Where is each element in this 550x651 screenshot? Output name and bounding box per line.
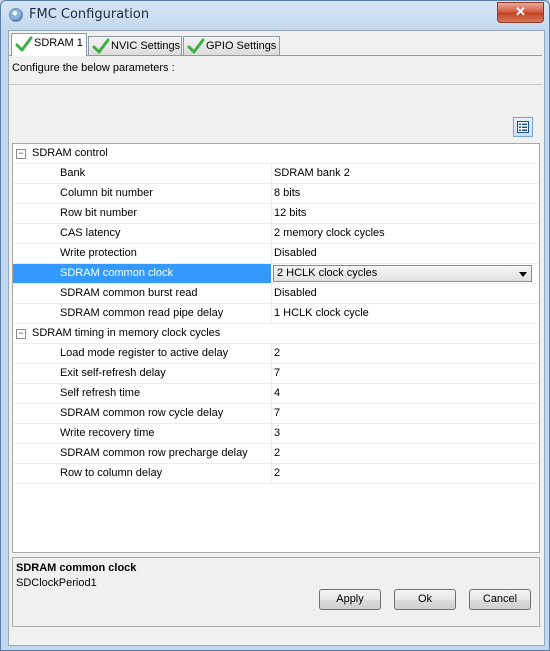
group-sdram-control[interactable]: − SDRAM control [13,144,539,164]
param-name: SDRAM common row precharge delay [60,447,248,459]
param-name: CAS latency [60,227,121,239]
param-value[interactable]: 7 [274,407,280,419]
sdram-1-panel: Configure the below parameters : − SDRAM… [9,55,542,645]
collapse-icon[interactable]: − [16,329,26,339]
window-title: FMC Configuration [29,7,150,22]
tab-sdram-1[interactable]: SDRAM 1 [11,33,87,56]
tab-nvic-settings[interactable]: NVIC Settings [88,36,182,55]
param-name: Load mode register to active delay [60,347,229,359]
ok-button[interactable]: Ok [394,589,456,610]
param-row-row-to-column-delay[interactable]: Row to column delay 2 [13,464,539,484]
close-icon: ✕ [515,4,526,19]
param-name: SDRAM common burst read [60,287,198,299]
param-value[interactable]: 4 [274,387,280,399]
param-value[interactable]: 1 HCLK clock cycle [274,307,369,319]
tab-gpio-settings[interactable]: GPIO Settings [183,36,280,55]
tab-label: NVIC Settings [111,40,181,52]
param-row-cas-latency[interactable]: CAS latency 2 memory clock cycles [13,224,539,244]
param-value[interactable]: 2 [274,347,280,359]
chevron-down-icon[interactable] [519,272,527,277]
param-row-exit-self-refresh-delay[interactable]: Exit self-refresh delay 7 [13,364,539,384]
app-icon [9,8,23,22]
param-name: SDRAM common read pipe delay [60,307,224,319]
param-value[interactable]: 7 [274,367,280,379]
collapse-icon[interactable]: − [16,149,26,159]
dialog-client-area: SDRAM 1 NVIC Settings GPIO Settings Conf… [8,30,545,646]
param-value[interactable]: 2 memory clock cycles [274,227,385,239]
cancel-button[interactable]: Cancel [469,589,531,610]
param-name: Row to column delay [60,467,163,479]
param-name: Write protection [60,247,137,259]
check-icon [187,38,205,54]
param-value[interactable]: Disabled [274,247,317,259]
param-value[interactable]: 8 bits [274,187,300,199]
param-row-column-bit-number[interactable]: Column bit number 8 bits [13,184,539,204]
tab-label: GPIO Settings [206,40,277,52]
close-button[interactable]: ✕ [497,2,544,23]
description-title: SDRAM common clock [16,562,137,574]
sdram-common-clock-dropdown[interactable]: 2 HCLK clock cycles [273,265,532,282]
param-row-sdram-common-row-cycle-delay[interactable]: SDRAM common row cycle delay 7 [13,404,539,424]
param-row-bank[interactable]: Bank SDRAM bank 2 [13,164,539,184]
param-row-sdram-common-burst-read[interactable]: SDRAM common burst read Disabled [13,284,539,304]
list-icon [517,121,529,133]
param-value[interactable]: 12 bits [274,207,306,219]
param-row-row-bit-number[interactable]: Row bit number 12 bits [13,204,539,224]
param-row-sdram-common-clock[interactable]: SDRAM common clock 2 HCLK clock cycles [13,264,539,284]
param-name: Self refresh time [60,387,141,399]
param-value[interactable]: 3 [274,427,280,439]
fmc-configuration-window: FMC Configuration ✕ SDRAM 1 NVIC Setting… [0,0,550,651]
param-row-write-protection[interactable]: Write protection Disabled [13,244,539,264]
param-row-sdram-common-read-pipe-delay[interactable]: SDRAM common read pipe delay 1 HCLK cloc… [13,304,539,324]
param-name: Bank [60,167,86,179]
list-view-button[interactable] [513,117,533,137]
param-row-sdram-common-row-precharge-delay[interactable]: SDRAM common row precharge delay 2 [13,444,539,464]
check-icon [15,36,33,52]
group-sdram-timing[interactable]: − SDRAM timing in memory clock cycles [13,324,539,344]
tab-bar: SDRAM 1 NVIC Settings GPIO Settings [9,33,544,56]
param-name: Column bit number [60,187,153,199]
divider [9,84,542,85]
param-name: Row bit number [60,207,138,219]
param-value[interactable]: 2 [274,447,280,459]
tab-label: SDRAM 1 [34,37,83,49]
param-value[interactable]: Disabled [274,287,317,299]
param-name: Write recovery time [60,427,155,439]
param-row-self-refresh-time[interactable]: Self refresh time 4 [13,384,539,404]
apply-button[interactable]: Apply [319,589,381,610]
group-label: SDRAM timing in memory clock cycles [32,327,221,339]
param-value[interactable]: 2 [274,467,280,479]
param-name: Exit self-refresh delay [60,367,166,379]
param-name: SDRAM common clock [60,267,174,279]
param-row-write-recovery-time[interactable]: Write recovery time 3 [13,424,539,444]
title-bar[interactable]: FMC Configuration ✕ [1,1,549,29]
parameter-grid: − SDRAM control Bank SDRAM bank 2 Column… [12,143,540,553]
description-body: SDClockPeriod1 [16,577,97,589]
param-value[interactable]: SDRAM bank 2 [274,167,350,179]
check-icon [92,38,110,54]
param-name: SDRAM common row cycle delay [60,407,224,419]
dropdown-selected-value: 2 HCLK clock cycles [277,267,378,279]
group-label: SDRAM control [32,147,108,159]
param-row-load-mode-register-to-active-delay[interactable]: Load mode register to active delay 2 [13,344,539,364]
description-panel: SDRAM common clock SDClockPeriod1 [12,557,540,627]
instructions-label: Configure the below parameters : [12,62,175,74]
